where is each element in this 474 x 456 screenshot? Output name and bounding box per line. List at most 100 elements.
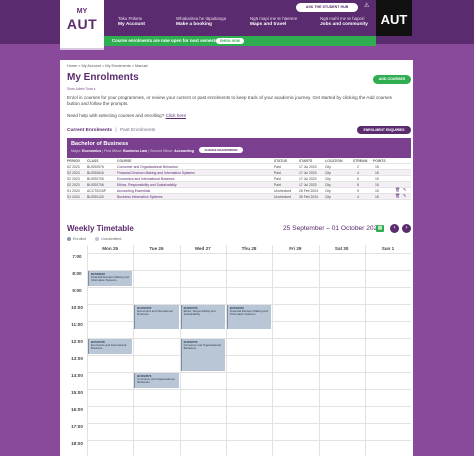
- nav-jobs-community[interactable]: Ngā mahi me te hapori Jobs and community: [320, 16, 368, 27]
- hour-gridline: [87, 355, 411, 356]
- timetable-event[interactable]: BUSS0706 Ethics, Responsibility and Susta…: [180, 305, 225, 329]
- time-label: 12:00: [71, 339, 83, 344]
- timetable-legend: Enrolled Unsubmitted: [67, 237, 122, 242]
- time-label: 11:00: [71, 322, 83, 327]
- next-week-button[interactable]: ›: [402, 224, 411, 233]
- day-header: Sun 1: [381, 246, 395, 251]
- day-header: Sat 30: [334, 246, 349, 251]
- nav-label: Make a booking: [176, 22, 212, 27]
- day-column-divider: [133, 245, 135, 456]
- intro-text: Enrol in courses for your programmes, or…: [67, 95, 392, 106]
- time-label: 14:00: [71, 373, 83, 378]
- major-label: Major:: [71, 149, 81, 153]
- enrol-now-button[interactable]: ENROL NOW: [216, 38, 244, 44]
- hour-gridline: [87, 389, 411, 390]
- cell-location: City: [325, 195, 331, 199]
- cell-points: 15: [375, 195, 379, 199]
- nav-sub-label: Taku Pūkete: [118, 16, 143, 21]
- time-label: 16:00: [71, 407, 83, 412]
- day-header: Mon 25: [102, 246, 119, 251]
- legend-unsubmitted: Unsubmitted: [101, 237, 122, 241]
- enrolment-tabs: Current Enrolments | Past Enrolments: [67, 128, 155, 133]
- event-course-name: Consumer and Organisational Behaviour: [137, 377, 175, 385]
- nav-sub-label: Ngā mapi me te hāerere: [250, 16, 298, 21]
- tab-current-enrolments[interactable]: Current Enrolments: [67, 128, 112, 133]
- timetable-event[interactable]: BUSS0616 Financial Decision Making and In…: [226, 305, 272, 329]
- time-label: 18:00: [71, 441, 83, 446]
- enrolment-enquiries-button[interactable]: ENROLMENT ENQUIRIES: [357, 126, 411, 134]
- time-label: 13:00: [71, 356, 83, 361]
- nav-label: My Account: [118, 22, 146, 27]
- programme-header: Bachelor of Business Major: Economics | …: [67, 138, 411, 158]
- help-link[interactable]: Click here: [166, 113, 186, 118]
- nav-maps-travel[interactable]: Ngā mapi me te hāerere Maps and travel: [250, 16, 297, 27]
- time-label: 15:00: [71, 390, 83, 395]
- bell-icon[interactable]: ⚠: [364, 3, 370, 10]
- hour-gridline: [87, 338, 411, 339]
- nav-sub-label: Ngā mahi me te hapori: [320, 16, 365, 21]
- table-row: S1 2024 BUSS0120 Business Information Sy…: [67, 194, 411, 200]
- timetable-title: Weekly Timetable: [67, 224, 134, 233]
- day-header: Wed 27: [194, 246, 211, 251]
- breadcrumb[interactable]: Home > My Account > My Enrolments > Manu…: [67, 64, 148, 68]
- ask-student-hub-button[interactable]: ASK THE STUDENT HUB: [296, 3, 358, 12]
- programme-title: Bachelor of Business: [71, 141, 129, 147]
- show-admin-tools-link[interactable]: Show Admin Tools ▾: [67, 87, 95, 91]
- nav-label: Maps and travel: [250, 22, 287, 27]
- help-line: Need help with selecting courses and enr…: [67, 113, 186, 118]
- day-column-divider: [225, 245, 227, 456]
- page-title: My Enrolments: [67, 72, 139, 83]
- cell-class: BUSS0120: [87, 195, 104, 199]
- timetable-event[interactable]: BUSS0576 Consumer and Organisational Beha…: [180, 339, 225, 371]
- timetable-event[interactable]: BUSS0576 Consumer and Organisational Beha…: [134, 373, 179, 388]
- timetable-event[interactable]: BUSS0705 Economics and International Busi…: [88, 339, 133, 354]
- enrolments-table: PERIOD CLASS COURSE STATUS STARTS LOCATI…: [67, 158, 411, 200]
- change-major-minor-button[interactable]: CHANGE MAJOR/MINOR: [199, 147, 243, 153]
- enrolled-dot-icon: [67, 237, 71, 242]
- cell-period: S1 2024: [67, 195, 80, 199]
- logo-my-text: MY: [76, 8, 88, 15]
- major-value: Economics: [82, 149, 102, 153]
- timetable-event[interactable]: BUSS0616 Financial Decision Making and In…: [88, 271, 133, 286]
- calendar-icon[interactable]: ▦: [376, 225, 384, 232]
- event-course-name: Financial Decision Making and Informatio…: [229, 309, 268, 317]
- enrolment-banner: Course enrolments are now open for next …: [104, 36, 376, 46]
- event-course-name: Ethics, Responsibility and Sustainabilit…: [183, 309, 216, 317]
- day-column-divider: [364, 245, 366, 456]
- time-label: 10:00: [71, 305, 83, 310]
- hour-gridline: [87, 406, 411, 407]
- nav-sub-label: Whakaritea he tāpuitanga: [176, 16, 227, 21]
- second-minor-label: | Second Minor:: [148, 149, 174, 153]
- delete-icon[interactable]: 🗑: [395, 194, 400, 198]
- delete-icon[interactable]: 🗑: [395, 188, 400, 192]
- add-courses-button[interactable]: ADD COURSES: [373, 75, 411, 84]
- tab-past-enrolments[interactable]: Past Enrolments: [120, 128, 155, 133]
- cell-course-link[interactable]: Business Information Systems: [117, 194, 163, 200]
- time-label: 8:00: [72, 271, 82, 276]
- day-header: Thu 28: [241, 246, 257, 251]
- nav-label: Jobs and community: [320, 22, 368, 27]
- first-minor-label: | First Minor:: [102, 149, 123, 153]
- aut-brand-logo[interactable]: AUT: [376, 0, 412, 36]
- second-minor-value: Accounting: [174, 149, 194, 153]
- event-course-name: Consumer and Organisational Behaviour: [183, 343, 221, 351]
- time-label: 9:00: [72, 288, 82, 293]
- time-label: 7:00: [72, 254, 82, 259]
- my-aut-logo[interactable]: MY AUT: [60, 0, 104, 50]
- hour-gridline: [87, 287, 411, 288]
- edit-pencil-icon[interactable]: ✎: [403, 194, 407, 198]
- day-column-divider: [272, 245, 274, 456]
- previous-week-button[interactable]: ‹: [390, 224, 399, 233]
- time-label: 17:00: [71, 424, 83, 429]
- timetable-date-range: 25 September – 01 October 2023: [283, 225, 381, 232]
- logo-aut-text: AUT: [66, 16, 98, 32]
- nav-my-account[interactable]: Taku Pūkete My Account: [118, 16, 145, 27]
- timetable-event[interactable]: BUSS0705 Economics and International Busi…: [134, 305, 179, 329]
- nav-make-booking[interactable]: Whakaritea he tāpuitanga Make a booking: [176, 16, 226, 27]
- unsubmitted-dot-icon: [95, 237, 100, 242]
- legend-enrolled: Enrolled: [73, 237, 87, 241]
- edit-pencil-icon[interactable]: ✎: [403, 188, 407, 192]
- timetable-grid: Mon 25 Tue 26 Wed 27 Thu 28 Fri 29 Sat 30 Sun …: [67, 245, 411, 456]
- cell-status: Unchecked: [274, 195, 291, 199]
- hour-gridline: [87, 253, 411, 254]
